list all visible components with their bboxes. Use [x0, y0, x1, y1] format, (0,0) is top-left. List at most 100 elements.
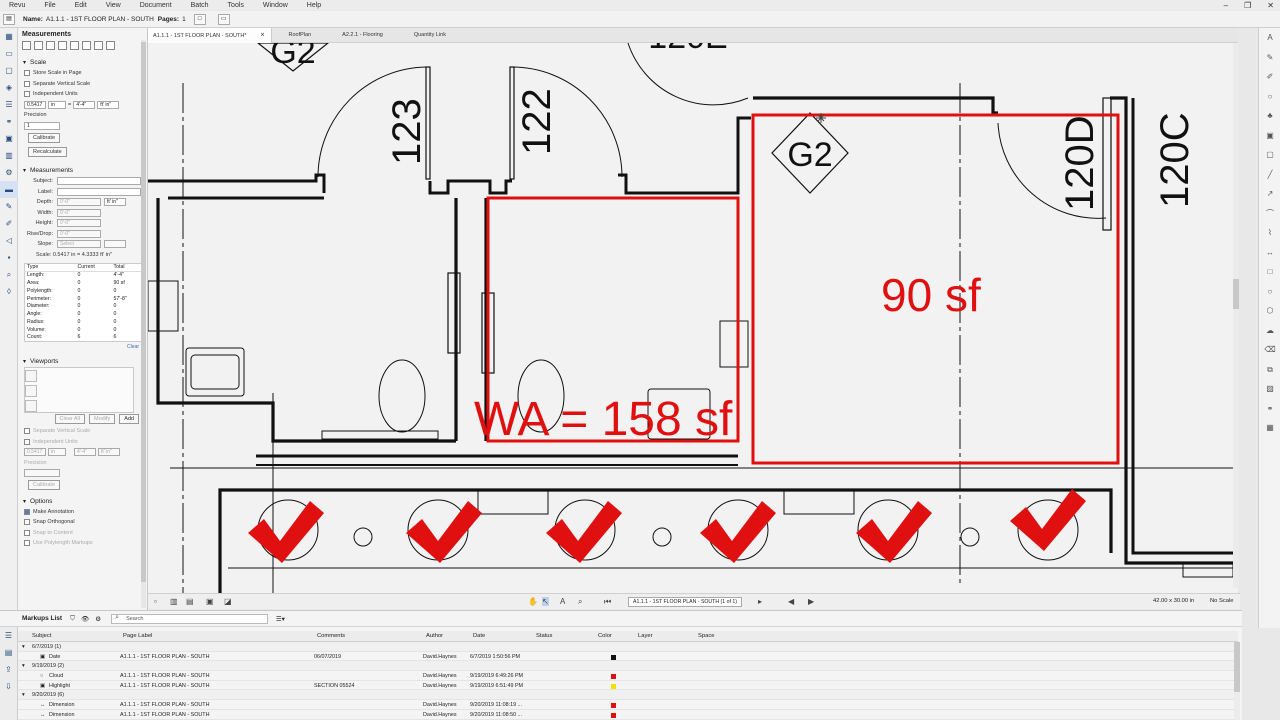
- arc-icon[interactable]: ⌒: [1259, 204, 1280, 224]
- layers-icon[interactable]: ◈: [0, 79, 18, 96]
- subject-input[interactable]: [57, 177, 141, 186]
- depth-input[interactable]: 0'-0": [57, 198, 101, 207]
- circle-icon[interactable]: ○: [1259, 282, 1280, 302]
- expand-icon[interactable]: ▾: [22, 644, 25, 650]
- eraser-icon[interactable]: ⌫: [1259, 340, 1280, 360]
- tab-quantity-link[interactable]: Quantity Link: [409, 28, 452, 43]
- viewports-list[interactable]: [24, 366, 134, 413]
- page-navigator[interactable]: A1.1.1 - 1ST FLOOR PLAN - SOUTH (1 of 1): [628, 597, 742, 607]
- highlighter-icon[interactable]: ✐: [1259, 67, 1280, 87]
- independent-units-checkbox[interactable]: [24, 91, 30, 98]
- scale-value2-input[interactable]: 4'-4": [73, 100, 96, 109]
- area-90sf-label[interactable]: 90 sf: [881, 269, 981, 321]
- canvas-vertical-scrollbar[interactable]: [1233, 43, 1239, 588]
- drawing-canvas[interactable]: G2 120E G2 123 122 120D 120C 90 sf WA = …: [148, 43, 1238, 593]
- area-tool-icon[interactable]: [46, 41, 55, 50]
- hatch-icon[interactable]: ▨: [1259, 379, 1280, 399]
- spaces-icon[interactable]: ▣: [0, 130, 18, 147]
- ellipse-icon[interactable]: ○: [1259, 87, 1280, 107]
- polyline-icon[interactable]: ⌇: [1259, 223, 1280, 243]
- vp-precision-select[interactable]: [24, 469, 60, 478]
- tool-chest-icon[interactable]: ◊: [0, 283, 18, 300]
- tab-flooring[interactable]: A2.2.1 - Flooring: [337, 28, 389, 43]
- delete-icon[interactable]: [25, 399, 37, 412]
- select-icon[interactable]: ↖: [542, 597, 549, 606]
- properties-icon[interactable]: ☰: [0, 96, 18, 113]
- vp-value2-input[interactable]: 4'-4": [74, 448, 96, 457]
- scale-unit2-select[interactable]: ft' in": [97, 100, 120, 109]
- panel-scroll-thumb[interactable]: [141, 42, 146, 582]
- clear-link[interactable]: Clear: [18, 344, 139, 350]
- grid-icon[interactable]: ▫: [154, 597, 157, 606]
- thumbnails-icon[interactable]: ▦: [0, 28, 18, 45]
- col-subject[interactable]: Subject: [32, 633, 51, 639]
- markups-scrollbar[interactable]: [1234, 642, 1240, 720]
- clear-all-button[interactable]: Clear All: [54, 414, 85, 425]
- settings-tool-icon[interactable]: [106, 41, 115, 50]
- tab-roofplan[interactable]: RoofPlan: [284, 28, 318, 43]
- pan-icon[interactable]: ✋: [528, 597, 538, 606]
- expand-icon[interactable]: ▾: [22, 663, 25, 669]
- depth-unit-select[interactable]: ft' in": [104, 198, 126, 207]
- zoom-icon[interactable]: ⌕: [578, 597, 582, 607]
- list-item[interactable]: ▾ 6/7/2019 (1): [18, 642, 1238, 652]
- menu-edit[interactable]: Edit: [66, 2, 87, 9]
- vscroll-thumb[interactable]: [1233, 279, 1239, 309]
- page-icon[interactable]: □: [193, 13, 206, 25]
- next-page-icon[interactable]: ▸: [758, 597, 762, 606]
- add-button[interactable]: Add: [119, 414, 139, 425]
- tag-icon[interactable]: ◁: [0, 232, 18, 249]
- col-status[interactable]: Status: [536, 633, 552, 639]
- menu-window[interactable]: Window: [254, 2, 288, 9]
- markups-scroll-thumb[interactable]: [1234, 642, 1240, 692]
- checkmark-icon[interactable]: [546, 501, 622, 563]
- page-scale[interactable]: No Scale: [1210, 598, 1234, 604]
- list-options-icon[interactable]: ☰▾: [276, 615, 285, 623]
- checkmark-icon[interactable]: [700, 501, 776, 563]
- use-multi-checkbox[interactable]: [24, 540, 30, 547]
- perimeter-tool-icon[interactable]: [58, 41, 67, 50]
- move-down-icon[interactable]: [25, 384, 37, 397]
- col-comments[interactable]: Comments: [317, 633, 345, 639]
- diameter-tool-icon[interactable]: [70, 41, 79, 50]
- first-page-icon[interactable]: ⏮: [604, 597, 611, 607]
- vp-separate-vertical-checkbox[interactable]: [24, 428, 30, 435]
- back-icon[interactable]: ◀: [788, 597, 794, 606]
- list-view-icon[interactable]: ☰: [0, 627, 17, 644]
- menu-view[interactable]: View: [97, 2, 121, 9]
- rise-input[interactable]: 0'-0": [57, 229, 101, 238]
- menu-revu[interactable]: Revu: [0, 2, 25, 9]
- polygon-icon[interactable]: ⬡: [1259, 301, 1280, 321]
- minimize-icon[interactable]: –: [1224, 1, 1228, 10]
- col-author[interactable]: Author: [426, 633, 443, 639]
- list-item[interactable]: ▣ Date A1.1.1 - 1ST FLOOR PLAN - SOUTH 0…: [18, 652, 1238, 662]
- restore-icon[interactable]: ❐: [1244, 1, 1251, 10]
- table-icon[interactable]: ▦: [1259, 418, 1280, 438]
- image-icon[interactable]: ▣: [1259, 126, 1280, 146]
- make-annotation-checkbox[interactable]: [24, 508, 30, 515]
- close-icon[interactable]: ✕: [1267, 1, 1274, 10]
- checkmark-icon[interactable]: [1010, 489, 1086, 551]
- split-horizontal-icon[interactable]: ▤: [186, 597, 194, 606]
- links-icon[interactable]: ⚭: [0, 113, 18, 130]
- vp-value1-input[interactable]: 0.5417: [24, 448, 46, 457]
- measurements-icon[interactable]: ▬: [0, 181, 18, 198]
- summary-icon[interactable]: ▤: [0, 644, 17, 661]
- list-item[interactable]: ↔ Dimension A1.1.1 - 1ST FLOOR PLAN - SO…: [18, 710, 1238, 720]
- polylength-tool-icon[interactable]: [34, 41, 43, 50]
- split-vertical-icon[interactable]: ▥: [170, 597, 178, 606]
- stamp-icon[interactable]: ▪: [0, 249, 18, 266]
- menu-help[interactable]: Help: [298, 2, 321, 9]
- recalculate-button[interactable]: Recalculate: [28, 147, 67, 157]
- snap-orthogonal-checkbox[interactable]: [24, 519, 30, 526]
- col-date[interactable]: Date: [473, 633, 485, 639]
- panel-scrollbar[interactable]: [141, 40, 146, 608]
- angle-tool-icon[interactable]: [82, 41, 91, 50]
- col-page-label[interactable]: Page Label: [123, 633, 152, 639]
- rectangle-icon[interactable]: □: [1259, 262, 1280, 282]
- list-item[interactable]: ▣ Highlight A1.1.1 - 1ST FLOOR PLAN - SO…: [18, 681, 1238, 691]
- text-box-icon[interactable]: A: [1259, 28, 1280, 48]
- checkmark-icon[interactable]: [856, 501, 932, 563]
- viewports-section-header[interactable]: ▾ Viewports: [18, 356, 147, 365]
- vp-independent-units-checkbox[interactable]: [24, 438, 30, 445]
